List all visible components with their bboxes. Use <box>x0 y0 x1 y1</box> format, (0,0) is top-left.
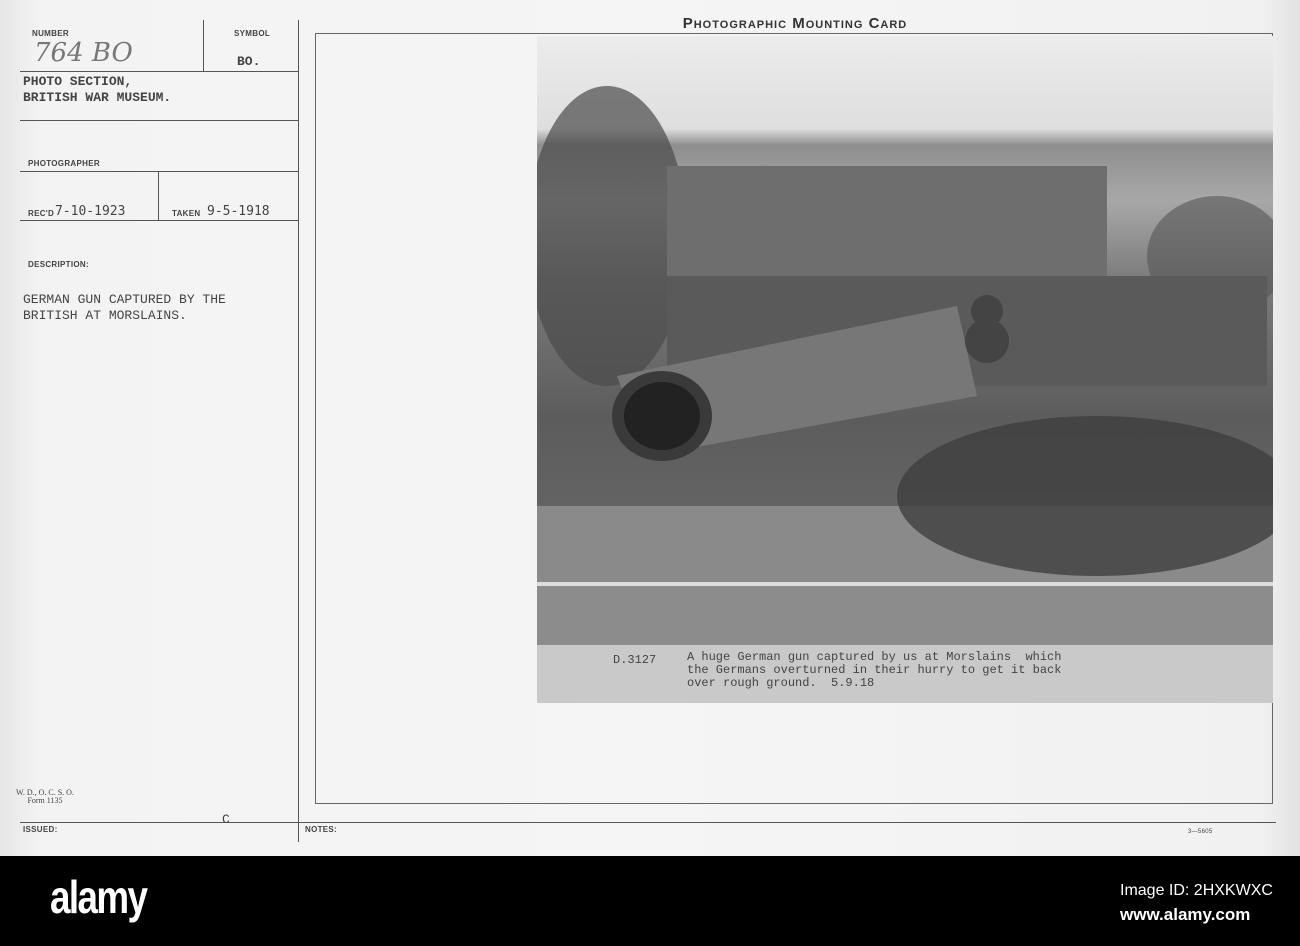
recd-value: 7-10-1923 <box>55 204 126 219</box>
divider <box>203 20 204 72</box>
divider <box>20 220 299 221</box>
photograph-german-gun <box>537 36 1273 582</box>
divider <box>20 822 1276 823</box>
issued-label: ISSUED: <box>23 825 58 834</box>
description-text: GERMAN GUN CAPTURED BY THE BRITISH AT MO… <box>23 292 226 323</box>
divider <box>20 120 299 121</box>
photo-caption: D.3127 A huge German gun captured by us … <box>537 645 1273 703</box>
card-title: Photographic Mounting Card <box>682 15 908 32</box>
taken-value: 9-5-1918 <box>207 204 270 219</box>
source-text: PHOTO SECTION, BRITISH WAR MUSEUM. <box>23 74 172 105</box>
description-label: DESCRIPTION: <box>28 260 89 269</box>
alamy-logo: alamy <box>50 871 148 923</box>
divider <box>158 171 159 221</box>
alamy-url[interactable]: www.alamy.com <box>1120 905 1250 925</box>
photo-border-band <box>537 582 1273 645</box>
number-value: 764 BO <box>34 38 133 68</box>
recd-label: REC'D <box>28 209 55 218</box>
caption-text: A huge German gun captured by us at Mors… <box>687 650 1062 690</box>
divider <box>20 71 299 72</box>
print-code: 3—5605 <box>1188 829 1213 835</box>
image-id: Image ID: 2HXKWXC <box>1120 882 1273 899</box>
symbol-label: SYMBOL <box>234 29 271 38</box>
divider <box>20 171 299 172</box>
form-number: W. D., O. C. S. O. Form 1135 <box>16 788 74 805</box>
issued-mark: C <box>222 812 230 827</box>
caption-id: D.3127 <box>613 653 657 667</box>
photographer-label: PHOTOGRAPHER <box>28 159 100 168</box>
notes-label: NOTES: <box>305 825 338 834</box>
number-label: NUMBER <box>32 29 69 38</box>
column-divider <box>298 20 299 842</box>
taken-label: TAKEN <box>172 209 201 218</box>
mounting-card: Photographic Mounting Card NUMBER 764 BO… <box>0 0 1300 856</box>
symbol-value: BO. <box>237 54 261 69</box>
